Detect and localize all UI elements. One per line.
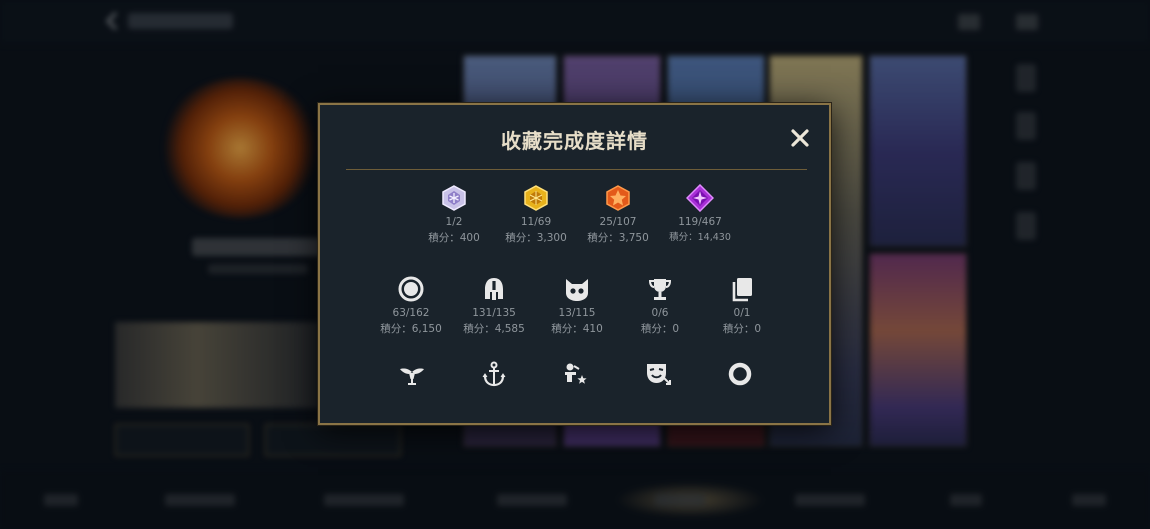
stat-count: 119/467 — [678, 216, 722, 228]
stat-count: 1/2 — [445, 216, 463, 228]
cards-icon — [728, 275, 756, 303]
stat-count: 25/107 — [599, 216, 637, 228]
collection-completion-modal: 收藏完成度詳情 1/2 積分：400 11/69 積分：3,300 25/107… — [318, 103, 831, 425]
title-divider — [346, 169, 807, 170]
stat-count: 131/135 — [472, 307, 516, 319]
champion-helmet-icon — [480, 275, 508, 303]
stat-count: 0/6 — [651, 307, 669, 319]
crystal-gem-icon — [440, 184, 468, 212]
stat-little-legends: 13/115 積分：410 — [532, 275, 622, 337]
stat-crystal: 1/2 積分：400 — [409, 184, 499, 246]
close-button[interactable] — [789, 127, 811, 149]
stat-points: 積分：0 — [722, 323, 762, 335]
stat-trophies: 0/6 積分：0 — [615, 275, 705, 337]
stat-points: 積分：3,750 — [587, 232, 649, 244]
stat-gold: 11/69 積分：3,300 — [491, 184, 581, 246]
stat-champions: 131/135 積分：4,585 — [449, 275, 539, 337]
stat-points: 積分：14,430 — [669, 232, 731, 243]
stat-points: 積分：4,585 — [463, 323, 525, 335]
stat-points: 積分：400 — [428, 232, 480, 244]
trophy-icon — [646, 275, 674, 303]
stat-summoner-icons: 63/162 積分：6,150 — [366, 275, 456, 337]
stat-count: 13/115 — [558, 307, 596, 319]
stat-count: 63/162 — [392, 307, 430, 319]
stat-points: 積分：0 — [640, 323, 680, 335]
stat-points: 積分：6,150 — [380, 323, 442, 335]
little-legend-icon — [563, 275, 591, 303]
orange-gem-icon — [604, 184, 632, 212]
theater-mask-icon — [644, 360, 672, 388]
gold-gem-icon — [522, 184, 550, 212]
stat-orange: 25/107 積分：3,750 — [573, 184, 663, 246]
stat-purple: 119/467 積分：14,430 — [655, 184, 745, 246]
anchor-icon — [480, 360, 508, 388]
stat-count: 0/1 — [733, 307, 751, 319]
ring-icon — [726, 360, 754, 388]
close-icon — [791, 129, 809, 147]
emote-person-icon — [562, 360, 590, 388]
stat-cards: 0/1 積分：0 — [697, 275, 787, 337]
stat-points: 積分：410 — [551, 323, 603, 335]
ward-wings-icon — [398, 360, 426, 388]
modal-title: 收藏完成度詳情 — [501, 129, 648, 153]
stat-points: 積分：3,300 — [505, 232, 567, 244]
purple-gem-icon — [686, 184, 714, 212]
summoner-icon-circle-icon — [397, 275, 425, 303]
stat-count: 11/69 — [520, 216, 552, 228]
